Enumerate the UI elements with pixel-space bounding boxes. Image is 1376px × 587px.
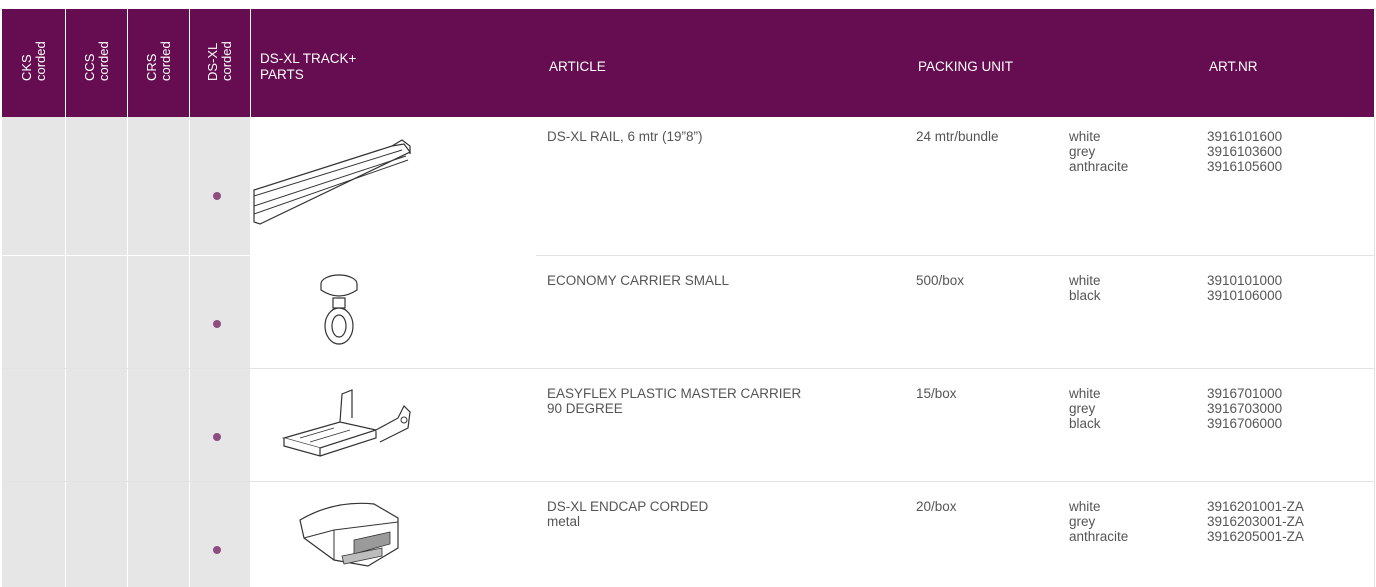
article-numbers: 3916701000 3916703000 3916706000: [1207, 386, 1283, 431]
cell-dsxl: [190, 256, 251, 368]
table-border: [1374, 117, 1375, 587]
availability-dot: [213, 192, 221, 200]
color-list: white grey anthracite: [1069, 129, 1129, 174]
article-name: EASYFLEX PLASTIC MASTER CARRIER 90 DEGRE…: [547, 386, 802, 416]
cell-ccs: [66, 256, 128, 368]
packing-unit: 20/box: [916, 499, 957, 514]
cell-dsxl: [190, 369, 251, 481]
row-divider: [536, 255, 1374, 256]
packing-unit: 24 mtr/bundle: [916, 129, 999, 144]
column-header-cks: CKS corded: [2, 9, 66, 117]
article-name: DS-XL RAIL, 6 mtr (19”8”): [547, 129, 703, 144]
column-header-dsxl: DS-XL corded: [190, 9, 251, 117]
article-name: DS-XL ENDCAP CORDED metal: [547, 499, 709, 529]
cell-crs: [128, 482, 190, 587]
carrier-icon: [320, 274, 358, 345]
packing-unit: 15/box: [916, 386, 957, 401]
cell-ccs: [66, 482, 128, 587]
color-list: white black: [1069, 273, 1101, 303]
cell-cks: [2, 369, 66, 481]
color-list: white grey black: [1069, 386, 1101, 431]
endcap-icon: [299, 502, 399, 567]
availability-dot: [213, 546, 221, 554]
table-header: CKS corded CCS corded CRS corded DS-XL c…: [2, 9, 1374, 117]
cell-cks: [2, 482, 66, 587]
article-numbers: 3910101000 3910106000: [1207, 273, 1283, 303]
availability-dot: [213, 433, 221, 441]
packing-unit: 500/box: [916, 273, 965, 288]
cell-cks: [2, 117, 66, 255]
cell-dsxl: [190, 117, 251, 255]
rail-icon: [253, 139, 411, 225]
color-list: white grey anthracite: [1069, 499, 1129, 544]
column-header-crs: CRS corded: [128, 9, 190, 117]
article-numbers: 3916201001-ZA 3916203001-ZA 3916205001-Z…: [1207, 499, 1304, 544]
cell-ccs: [66, 117, 128, 255]
column-header-article: ARTICLE: [549, 59, 606, 74]
availability-dot: [213, 320, 221, 328]
cell-cks: [2, 256, 66, 368]
master-carrier-icon: [281, 389, 411, 457]
cell-dsxl: [190, 482, 251, 587]
cell-crs: [128, 117, 190, 255]
article-name: ECONOMY CARRIER SMALL: [547, 273, 730, 288]
cell-crs: [128, 256, 190, 368]
article-numbers: 3916101600 3916103600 3916105600: [1207, 129, 1283, 174]
cell-ccs: [66, 369, 128, 481]
cell-crs: [128, 369, 190, 481]
column-header-ccs: CCS corded: [66, 9, 128, 117]
column-header-packing-unit: PACKING UNIT: [918, 59, 1014, 74]
column-header-art-nr: ART.NR: [1209, 59, 1258, 74]
column-header-track-parts: DS-XL TRACK+ PARTS: [260, 51, 357, 82]
